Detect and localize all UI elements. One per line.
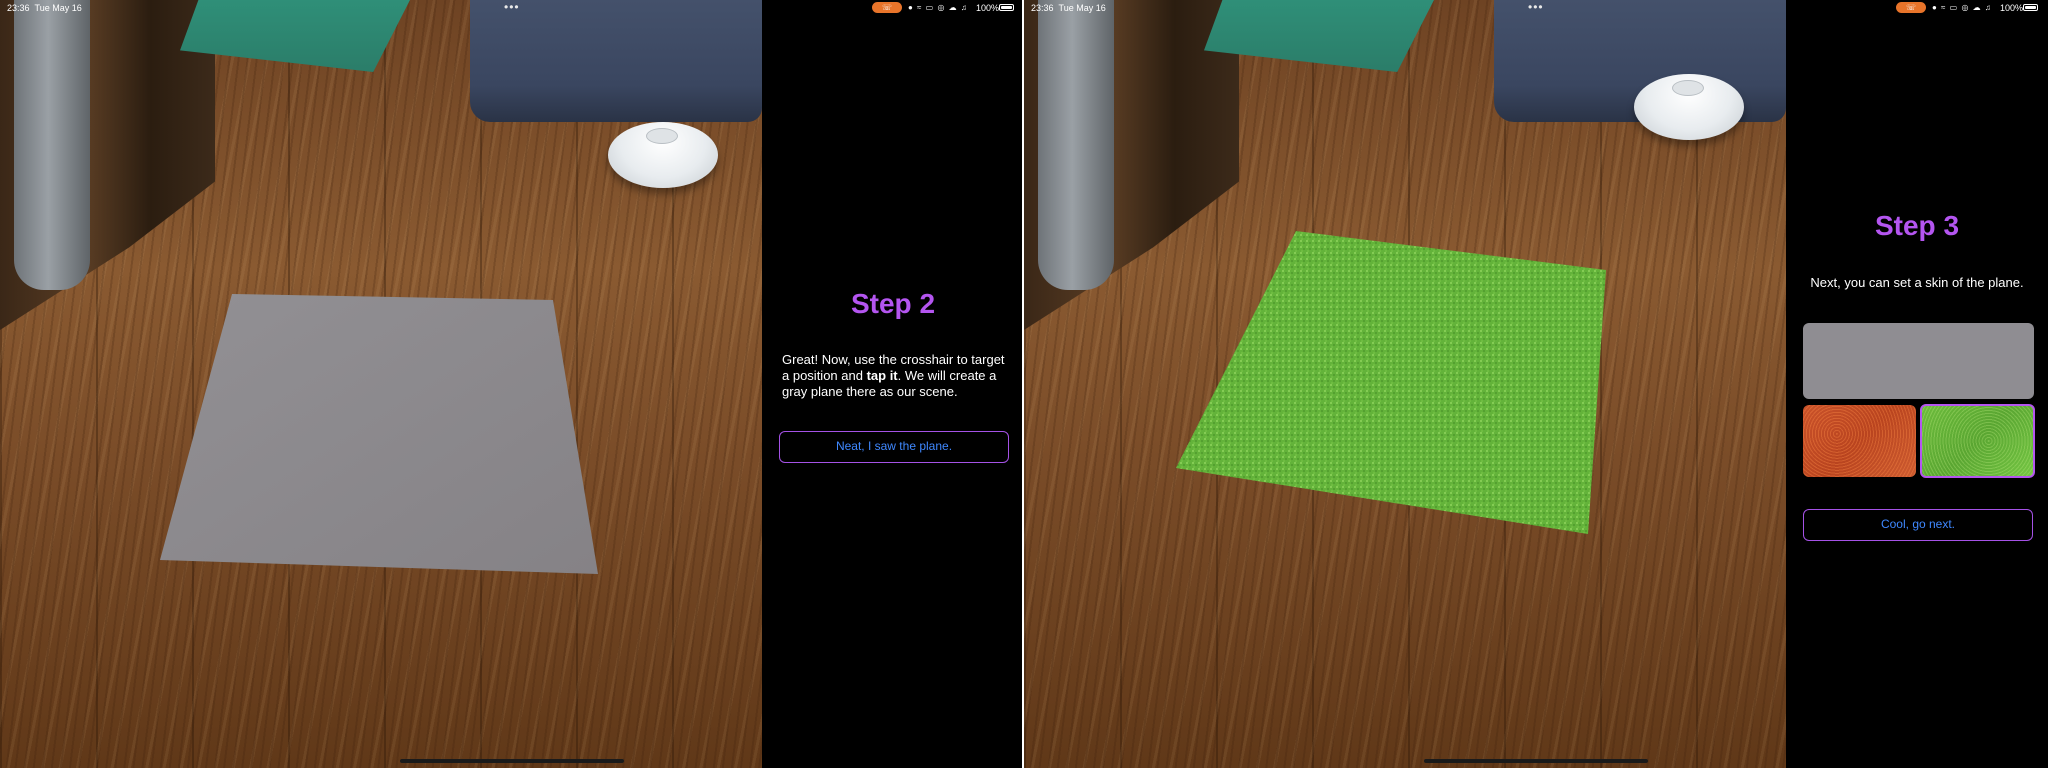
status-time: 23:36 Tue May 16 <box>7 3 82 13</box>
step-title: Step 3 <box>1874 210 1960 241</box>
status-bar: 23:36 Tue May 16 ••• ☏ ● ≈ ▭ ◎ ☁ ♫ 100% <box>1024 0 2048 16</box>
more-dots-icon[interactable]: ••• <box>1528 0 1544 14</box>
battery-percentage: 100% <box>976 3 1000 13</box>
status-time: 23:36 Tue May 16 <box>1031 3 1106 13</box>
home-indicator[interactable] <box>1424 759 1648 763</box>
home-indicator[interactable] <box>400 759 624 763</box>
battery-icon <box>2023 4 2038 11</box>
go-next-button[interactable]: Cool, go next. <box>1803 509 2033 541</box>
skin-option-grass[interactable] <box>1920 404 2035 478</box>
step-description: Next, you can set a skin of the plane. <box>1810 275 2024 290</box>
step-description: Great! Now, use the crosshair to target … <box>782 352 1008 400</box>
battery-icon <box>999 4 1014 11</box>
call-pill-icon[interactable]: ☏ <box>1896 2 1926 13</box>
description-bold-text: tap it <box>866 368 898 383</box>
saw-plane-button[interactable]: Neat, I saw the plane. <box>779 431 1009 463</box>
grass-plane-surface <box>1176 231 1606 534</box>
ar-grass-plane <box>1176 231 1606 534</box>
ar-camera-view[interactable] <box>1024 0 1786 768</box>
skin-option-orange[interactable] <box>1803 405 1916 477</box>
step-title: Step 2 <box>850 288 936 319</box>
instruction-panel: Step 3 Next, you can set a skin of the p… <box>1786 0 2048 768</box>
skin-option-gray[interactable] <box>1803 323 2034 399</box>
call-pill-icon[interactable]: ☏ <box>872 2 902 13</box>
instruction-panel: Step 2 Great! Now, use the crosshair to … <box>762 0 1024 768</box>
more-dots-icon[interactable]: ••• <box>504 0 520 14</box>
status-icons: ● ≈ ▭ ◎ ☁ ♫ <box>1932 3 1992 12</box>
ar-gray-plane <box>160 294 598 574</box>
screen-step-2: Step 2 Great! Now, use the crosshair to … <box>0 0 1024 768</box>
status-date: Tue May 16 <box>34 3 82 13</box>
status-date: Tue May 16 <box>1058 3 1106 13</box>
screen-step-3: Step 3 Next, you can set a skin of the p… <box>1024 0 2048 768</box>
gray-plane-surface <box>160 294 598 574</box>
status-icons: ● ≈ ▭ ◎ ☁ ♫ <box>908 3 968 12</box>
status-bar: 23:36 Tue May 16 ••• ☏ ● ≈ ▭ ◎ ☁ ♫ 100% <box>0 0 1024 16</box>
ar-camera-view[interactable] <box>0 0 762 768</box>
battery-percentage: 100% <box>2000 3 2024 13</box>
